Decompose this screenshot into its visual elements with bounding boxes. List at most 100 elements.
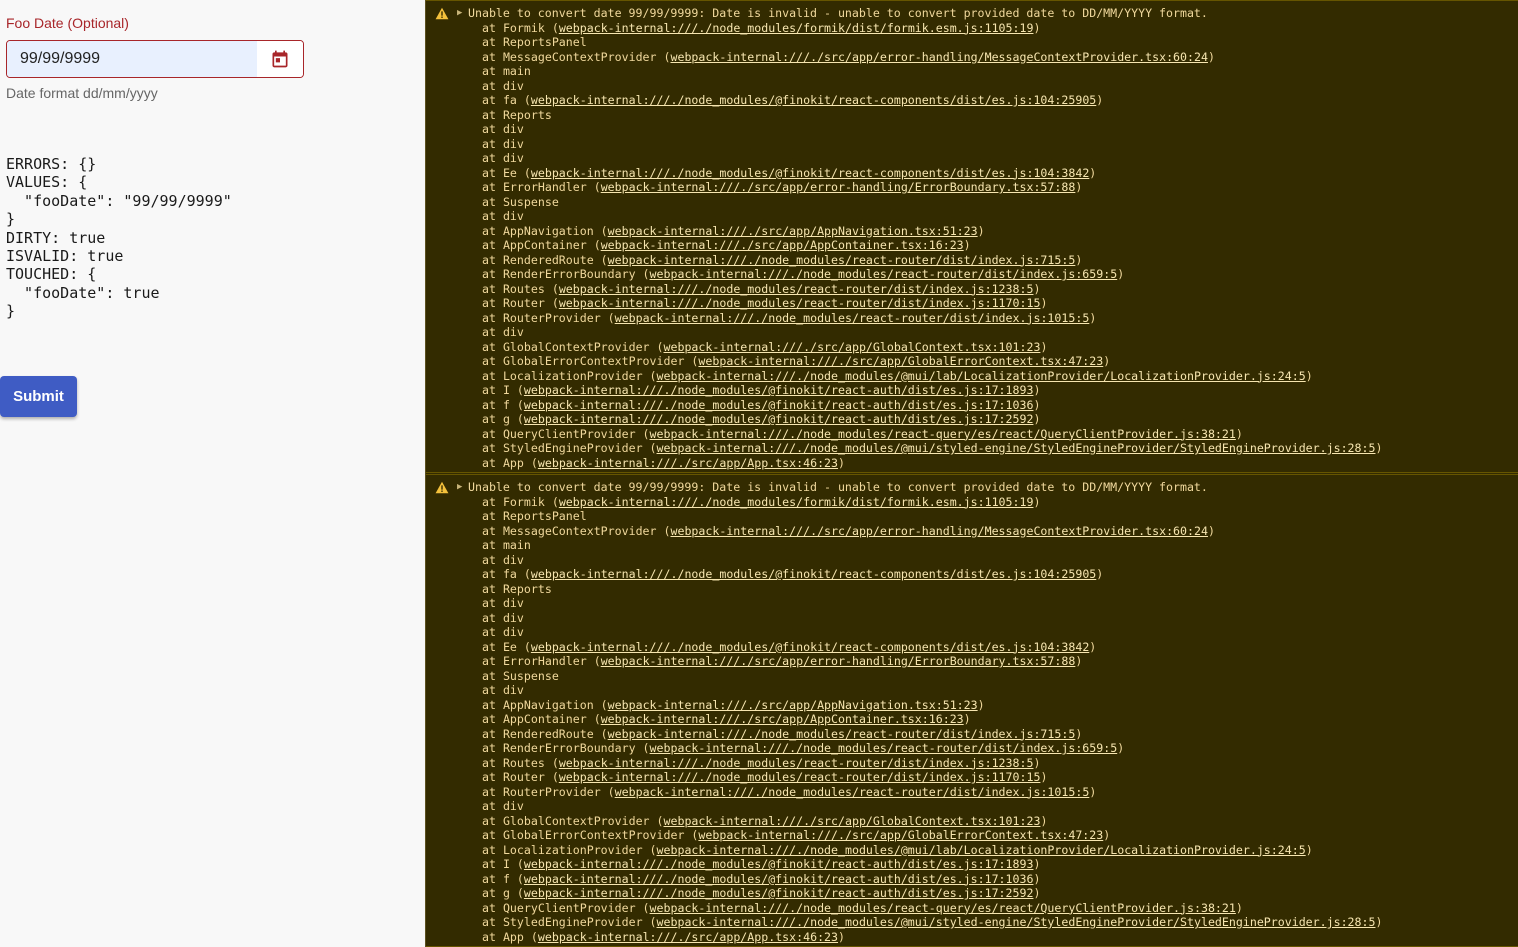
stack-frame-source-link[interactable]: webpack-internal:///./node_modules/react… (615, 785, 1090, 799)
stack-frame-function: LocalizationProvider (502, 368, 643, 383)
stack-frame-source-link[interactable]: webpack-internal:///./src/app/AppNavigat… (608, 224, 978, 238)
stack-frame-line: at f (webpack-internal:///./node_modules… (482, 397, 1041, 412)
stack-frame-line: at fa (webpack-internal:///./node_module… (482, 567, 1104, 581)
stack-frame-line: at AppNavigation (webpack-internal:///./… (482, 223, 985, 238)
stack-frame-source-link[interactable]: webpack-internal:///./node_modules/formi… (559, 495, 1034, 509)
stack-frame-function: QueryClientProvider (502, 426, 636, 441)
stack-frame-function: ReportsPanel (502, 509, 587, 523)
stack-frame-line: at RenderErrorBoundary (webpack-internal… (482, 741, 1125, 755)
stack-frame-prefix: at (482, 755, 503, 770)
stack-frame-function: f (502, 397, 510, 412)
stack-frame-source-link[interactable]: webpack-internal:///./node_modules/@fino… (531, 166, 1089, 180)
expand-triangle-icon[interactable]: ▶ (457, 6, 462, 21)
stack-frame-prefix: at (482, 281, 503, 296)
stack-frame-source-link[interactable]: webpack-internal:///./node_modules/formi… (559, 21, 1034, 35)
form-state-debug: ERRORS: {} VALUES: { "fooDate": "99/99/9… (6, 155, 232, 321)
stack-frame-source-link[interactable]: webpack-internal:///./src/app/GlobalCont… (664, 814, 1041, 828)
stack-frame-source-link[interactable]: webpack-internal:///./node_modules/@mui/… (657, 915, 1376, 929)
stack-frame-source-link[interactable]: webpack-internal:///./src/app/GlobalErro… (698, 828, 1103, 842)
console-message-header[interactable]: ▶ Unable to convert date 99/99/9999: Date… (426, 480, 1518, 495)
stack-frame-source-link[interactable]: webpack-internal:///./node_modules/@mui/… (657, 441, 1376, 455)
stack-frame-function: ErrorHandler (502, 180, 587, 194)
stack-frame-source-link[interactable]: webpack-internal:///./node_modules/@fino… (531, 567, 1096, 581)
stack-frame-source-link[interactable]: webpack-internal:///./node_modules/react… (608, 253, 1076, 267)
submit-button[interactable]: Submit (0, 376, 77, 417)
stack-frame-function: Reports (502, 581, 552, 596)
stack-frame-source-link[interactable]: webpack-internal:///./node_modules/react… (559, 756, 1034, 770)
stack-frame-prefix: at (482, 78, 503, 93)
stack-frame-source-link[interactable]: webpack-internal:///./node_modules/@fino… (524, 886, 1034, 900)
stack-frame-source-link[interactable]: webpack-internal:///./node_modules/@mui/… (657, 369, 1306, 383)
stack-frame-prefix: at (482, 639, 503, 654)
stack-frame-prefix: at (482, 354, 503, 368)
stack-frame-function: Formik (502, 494, 545, 509)
console-message-text: Unable to convert date 99/99/9999: Date … (468, 480, 1208, 494)
stack-frame-source-link[interactable]: webpack-internal:///./node_modules/@mui/… (657, 843, 1306, 857)
stack-frame-source-link[interactable]: webpack-internal:///./src/app/error-hand… (601, 654, 1076, 668)
stack-frame-source-link[interactable]: webpack-internal:///./src/app/AppNavigat… (608, 698, 978, 712)
stack-frame-line: at App (webpack-internal:///./src/app/Ap… (482, 455, 846, 470)
stack-frame-line: at g (webpack-internal:///./node_modules… (482, 886, 1041, 900)
stack-frame-prefix: at (482, 368, 503, 383)
stack-frame-line: at App (webpack-internal:///./src/app/Ap… (482, 929, 846, 944)
stack-frame-source-link[interactable]: webpack-internal:///./src/app/App.tsx:46… (538, 456, 838, 470)
stack-frame-function: RouterProvider (502, 310, 601, 325)
stack-frame-source-link[interactable]: webpack-internal:///./node_modules/@fino… (524, 398, 1034, 412)
stack-frame-source-link[interactable]: webpack-internal:///./node_modules/react… (615, 311, 1090, 325)
stack-frame-function: Router (502, 770, 545, 784)
stack-frame-prefix: at (482, 929, 503, 944)
stack-frame-source-link[interactable]: webpack-internal:///./src/app/GlobalErro… (698, 354, 1103, 368)
stack-frame-source-link[interactable]: webpack-internal:///./node_modules/@fino… (531, 93, 1096, 107)
stack-frame-function: I (502, 857, 510, 871)
stack-frame-source-link[interactable]: webpack-internal:///./src/app/error-hand… (670, 50, 1207, 64)
stack-frame-source-link[interactable]: webpack-internal:///./node_modules/react… (559, 282, 1034, 296)
stack-frame-source-link[interactable]: webpack-internal:///./node_modules/@fino… (524, 383, 1034, 397)
stack-frame-source-link[interactable]: webpack-internal:///./node_modules/@fino… (524, 857, 1034, 871)
console-message-header[interactable]: ▶ Unable to convert date 99/99/9999: Date… (426, 6, 1518, 21)
stack-frame-line: at f (webpack-internal:///./node_modules… (482, 871, 1041, 886)
stack-frame-source-link[interactable]: webpack-internal:///./src/app/GlobalCont… (664, 340, 1041, 354)
console-warning-entry: ▶ Unable to convert date 99/99/9999: Date… (426, 0, 1518, 473)
stack-frame-prefix: at (482, 122, 503, 136)
stack-frame-source-link[interactable]: webpack-internal:///./src/app/error-hand… (670, 524, 1207, 538)
calendar-icon (272, 50, 288, 68)
stack-frame-function: AppContainer (502, 238, 587, 252)
stack-frame-prefix: at (482, 842, 503, 857)
stack-frame-source-link[interactable]: webpack-internal:///./src/app/AppContain… (601, 712, 964, 726)
stack-frame-source-link[interactable]: webpack-internal:///./node_modules/@fino… (531, 640, 1089, 654)
stack-frame-line: at I (webpack-internal:///./node_modules… (482, 383, 1041, 397)
stack-frame-line: at main (426, 538, 1518, 553)
date-input[interactable] (7, 41, 257, 77)
stack-frame-source-link[interactable]: webpack-internal:///./node_modules/react… (559, 296, 1041, 310)
stack-frame-prefix: at (482, 538, 503, 552)
stack-frame-source-link[interactable]: webpack-internal:///./node_modules/react… (559, 770, 1041, 784)
app-root: Foo Date (Optional) Date format dd/mm/yy… (0, 0, 1518, 947)
stack-frame-source-link[interactable]: webpack-internal:///./node_modules/react… (650, 427, 1236, 441)
calendar-button[interactable] (257, 41, 303, 77)
stack-frame-source-link[interactable]: webpack-internal:///./node_modules/react… (608, 727, 1076, 741)
stack-frame-line: at Ee (webpack-internal:///./node_module… (482, 639, 1097, 654)
stack-frame-prefix: at (482, 20, 503, 35)
stack-frame-line: at Ee (webpack-internal:///./node_module… (482, 165, 1097, 180)
stack-frame-function: div (502, 136, 524, 151)
stack-frame-source-link[interactable]: webpack-internal:///./node_modules/react… (650, 741, 1118, 755)
stack-frame-source-link[interactable]: webpack-internal:///./node_modules/react… (650, 901, 1236, 915)
stack-frame-prefix: at (482, 871, 503, 886)
stack-frame-function: Suspense (502, 668, 559, 683)
stack-frame-source-link[interactable]: webpack-internal:///./src/app/App.tsx:46… (538, 930, 838, 944)
stack-frame-source-link[interactable]: webpack-internal:///./src/app/error-hand… (601, 180, 1076, 194)
stack-frame-line: at GlobalContextProvider (webpack-intern… (482, 813, 1048, 828)
stack-frame-source-link[interactable]: webpack-internal:///./src/app/AppContain… (601, 238, 964, 252)
stack-frame-source-link[interactable]: webpack-internal:///./node_modules/@fino… (524, 872, 1034, 886)
stack-frame-prefix: at (482, 494, 503, 509)
expand-triangle-icon[interactable]: ▶ (457, 480, 462, 495)
stack-frame-function: div (502, 78, 524, 93)
stack-frame-function: MessageContextProvider (502, 49, 657, 64)
stack-frame-prefix: at (482, 93, 503, 107)
date-helper-text: Date format dd/mm/yyyy (6, 85, 158, 101)
stack-frame-line: at Routes (webpack-internal:///./node_mo… (482, 281, 1041, 296)
stack-frame-line: at QueryClientProvider (webpack-internal… (482, 900, 1243, 915)
stack-frame-source-link[interactable]: webpack-internal:///./node_modules/react… (650, 267, 1118, 281)
stack-frame-line: at GlobalErrorContextProvider (webpack-i… (482, 828, 1111, 842)
stack-frame-source-link[interactable]: webpack-internal:///./node_modules/@fino… (524, 412, 1034, 426)
